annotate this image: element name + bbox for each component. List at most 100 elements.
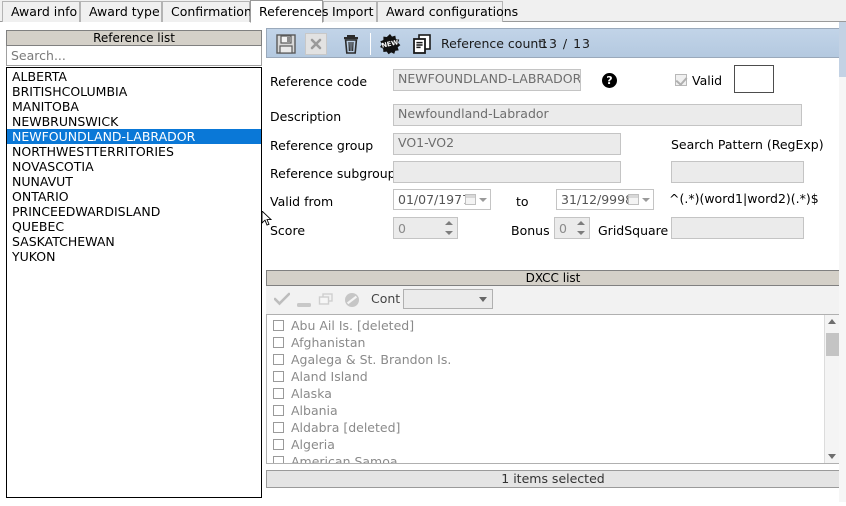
- dxcc-checkbox[interactable]: [273, 405, 284, 416]
- reference-list-item-selected[interactable]: NEWFOUNDLAND-LABRADOR: [7, 129, 261, 144]
- dxcc-checkbox[interactable]: [273, 422, 284, 433]
- reference-list-item[interactable]: MANITOBA: [7, 99, 261, 114]
- valid-from-input[interactable]: 01/07/1977: [393, 189, 491, 210]
- tab-import[interactable]: Import: [323, 1, 377, 22]
- dxcc-item-label: Algeria: [291, 437, 335, 452]
- color-swatch[interactable]: [734, 65, 774, 93]
- gridsquare-label: GridSquare: [598, 223, 669, 238]
- valid-to-input[interactable]: 31/12/9998: [556, 189, 654, 210]
- dxcc-list-item[interactable]: Abu Ail Is. [deleted]: [267, 317, 823, 334]
- dxcc-checkbox[interactable]: [273, 371, 284, 382]
- description-input[interactable]: Newfoundland-Labrador: [393, 104, 802, 126]
- tab-confirmation[interactable]: Confirmation: [162, 1, 252, 22]
- reference-code-input[interactable]: NEWFOUNDLAND-LABRADOR: [393, 69, 581, 91]
- selection-status: 1 items selected: [266, 470, 840, 488]
- reference-count-label: Reference count:: [441, 36, 548, 51]
- reference-list-item[interactable]: BRITISHCOLUMBIA: [7, 84, 261, 99]
- copy-documents-icon[interactable]: [411, 33, 433, 55]
- spin-up-icon[interactable]: [445, 221, 453, 225]
- score-stepper[interactable]: 0: [393, 217, 458, 239]
- score-value: 0: [398, 221, 406, 236]
- reference-list-item[interactable]: SASKATCHEWAN: [7, 234, 261, 249]
- dxcc-item-label: Afghanistan: [291, 335, 366, 350]
- reference-list-item[interactable]: QUEBEC: [7, 219, 261, 234]
- scrollbar-thumb[interactable]: [839, 22, 846, 77]
- dxcc-checkbox[interactable]: [273, 439, 284, 450]
- dxcc-list-item[interactable]: Afghanistan: [267, 334, 823, 351]
- dxcc-scrollbar[interactable]: [824, 315, 839, 463]
- search-pattern-input[interactable]: [671, 161, 804, 183]
- to-label: to: [516, 194, 529, 209]
- dxcc-item-label: Aldabra [deleted]: [291, 420, 401, 435]
- new-badge-icon[interactable]: NEW: [379, 33, 401, 55]
- chevron-down-icon[interactable]: [642, 198, 650, 202]
- reference-group-input[interactable]: VO1-VO2: [393, 133, 621, 155]
- chevron-down-icon[interactable]: [479, 297, 487, 302]
- chevron-down-icon[interactable]: [479, 198, 487, 202]
- dxcc-toolbar: Cont: [266, 286, 840, 314]
- reference-list-item[interactable]: ONTARIO: [7, 189, 261, 204]
- reference-list-item[interactable]: NEWBRUNSWICK: [7, 114, 261, 129]
- reference-list[interactable]: ALBERTA BRITISHCOLUMBIA MANITOBA NEWBRUNSWI…: [6, 67, 262, 498]
- dxcc-list-item[interactable]: Agalega & St. Brandon Is.: [267, 351, 823, 368]
- gridsquare-input[interactable]: [671, 217, 804, 239]
- search-pattern-hint: ^(.*)(word1|word2)(.*)$: [669, 191, 819, 206]
- spin-down-icon[interactable]: [577, 231, 585, 235]
- reference-count-value: 13 / 13: [540, 36, 591, 51]
- dxcc-checkbox[interactable]: [273, 320, 284, 331]
- reference-list-item[interactable]: NOVASCOTIA: [7, 159, 261, 174]
- valid-from-value: 01/07/1977: [398, 192, 471, 207]
- tab-award-info[interactable]: Award info: [2, 1, 80, 22]
- dxcc-checkbox[interactable]: [273, 388, 284, 399]
- cancel-x-icon[interactable]: [305, 33, 327, 55]
- dxcc-list-item[interactable]: Aland Island: [267, 368, 823, 385]
- reference-list-item[interactable]: NORTHWESTTERRITORIES: [7, 144, 261, 159]
- reference-list-pane: Reference list Search... ALBERTA BRITISHC…: [6, 30, 262, 498]
- bonus-label: Bonus: [511, 223, 550, 238]
- spin-down-icon[interactable]: [445, 231, 453, 235]
- dxcc-list-item[interactable]: Algeria: [267, 436, 823, 453]
- help-question-icon[interactable]: ?: [602, 73, 617, 88]
- dxcc-list-item[interactable]: American Samoa: [267, 453, 823, 463]
- reference-code-label: Reference code: [270, 74, 368, 89]
- spin-up-icon[interactable]: [577, 221, 585, 225]
- dxcc-list-item[interactable]: Alaska: [267, 385, 823, 402]
- page-scrollbar[interactable]: [839, 22, 846, 502]
- save-floppy-icon[interactable]: [275, 33, 297, 55]
- cont-select[interactable]: [403, 289, 493, 309]
- dxcc-checkbox[interactable]: [273, 354, 284, 365]
- scrollbar-thumb[interactable]: [826, 333, 839, 356]
- minus-icon[interactable]: [296, 297, 312, 311]
- reference-list-item[interactable]: PRINCEEDWARDISLAND: [7, 204, 261, 219]
- scroll-up-icon[interactable]: [828, 319, 836, 324]
- reference-list-title: Reference list: [6, 30, 262, 46]
- reference-list-item[interactable]: ALBERTA: [7, 69, 261, 84]
- dxcc-checkbox[interactable]: [273, 456, 284, 463]
- score-label: Score: [270, 223, 306, 238]
- description-label: Description: [270, 109, 342, 124]
- valid-checkbox[interactable]: [675, 74, 687, 86]
- trash-icon[interactable]: [340, 33, 362, 55]
- tab-award-configurations[interactable]: Award configurations: [377, 1, 518, 22]
- bonus-spin-buttons[interactable]: [574, 219, 587, 237]
- dxcc-checkbox[interactable]: [273, 337, 284, 348]
- scroll-down-icon[interactable]: [828, 454, 836, 459]
- reference-list-item[interactable]: YUKON: [7, 249, 261, 264]
- reference-subgroup-input[interactable]: [393, 161, 621, 183]
- reference-list-item[interactable]: NUNAVUT: [7, 174, 261, 189]
- dxcc-list-item[interactable]: Albania: [267, 402, 823, 419]
- bonus-stepper[interactable]: 0: [554, 217, 590, 239]
- cont-label: Cont: [371, 291, 401, 306]
- invert-selection-icon[interactable]: [318, 292, 334, 309]
- tab-references[interactable]: References: [250, 0, 328, 23]
- score-spin-buttons[interactable]: [442, 219, 455, 237]
- dxcc-item-label: Aland Island: [291, 369, 368, 384]
- no-entry-icon[interactable]: [344, 292, 360, 311]
- search-input[interactable]: Search...: [6, 46, 262, 66]
- dxcc-list-item[interactable]: Aldabra [deleted]: [267, 419, 823, 436]
- check-all-icon[interactable]: [273, 292, 291, 309]
- dxcc-list-title: DXCC list: [266, 270, 840, 286]
- reference-subgroup-label: Reference subgroup: [270, 166, 396, 181]
- dxcc-list[interactable]: Abu Ail Is. [deleted] Afghanistan Agalega …: [266, 314, 840, 464]
- tab-award-type[interactable]: Award type: [80, 1, 162, 22]
